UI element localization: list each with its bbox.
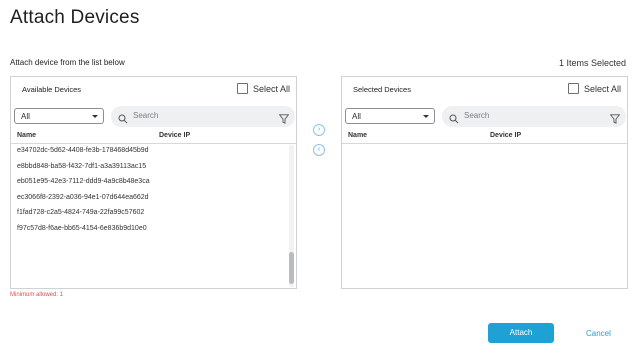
table-row[interactable]: eb051e95-42e3-7112-ddd9-4a9c8b48e3ca — [11, 174, 289, 190]
minimum-allowed-note: Minimum allowed: 1 — [10, 292, 64, 298]
table-row[interactable]: f97c57d8-f6ae-bb65-4154-6e836b9d10e0 — [11, 221, 289, 237]
selected-search-placeholder: Search — [464, 111, 490, 120]
available-devices-panel: Available Devices Select All All Search … — [10, 76, 297, 289]
selected-search-input[interactable]: Search — [442, 106, 626, 127]
column-header-name[interactable]: Name — [17, 132, 36, 139]
filter-icon[interactable] — [278, 111, 290, 129]
dialog-title: Attach Devices — [10, 7, 140, 28]
available-devices-title: Available Devices — [22, 85, 82, 94]
selected-select-all-label: Select All — [583, 83, 621, 94]
attach-button[interactable]: Attach — [488, 323, 554, 343]
available-select-all-checkbox[interactable] — [236, 83, 248, 94]
available-scrollbar[interactable] — [289, 145, 294, 287]
column-header-name[interactable]: Name — [348, 132, 367, 139]
available-device-list: e34702dc-5d62-4408-fe3b-178468d45b9d e8b… — [11, 143, 289, 237]
available-search-input[interactable]: Search — [111, 106, 295, 127]
available-scrollbar-thumb[interactable] — [289, 252, 294, 284]
selected-filter-select[interactable]: All — [345, 108, 435, 124]
available-filter-select[interactable]: All — [14, 108, 104, 124]
table-row[interactable]: f1fad728-c2a5-4824-749a-22fa99c57602 — [11, 205, 289, 221]
search-icon — [449, 111, 459, 129]
filter-icon[interactable] — [609, 111, 621, 129]
column-header-device-ip[interactable]: Device IP — [159, 132, 190, 139]
selected-devices-title: Selected Devices — [353, 85, 411, 94]
selected-table-header: Name Device IP — [342, 128, 627, 144]
dialog-subtitle: Attach device from the list below — [10, 58, 125, 67]
chevron-down-icon — [423, 115, 429, 118]
available-select-all-label: Select All — [252, 83, 290, 94]
chevron-right-icon: › — [317, 126, 321, 133]
table-row[interactable]: e34702dc-5d62-4408-fe3b-178468d45b9d — [11, 143, 289, 159]
available-table-header: Name Device IP — [11, 128, 296, 144]
table-row[interactable]: ec3066f8-2392-a036-94e1-07d644ea662d — [11, 190, 289, 206]
selected-devices-panel: Selected Devices Select All All Search N… — [341, 76, 628, 289]
column-header-device-ip[interactable]: Device IP — [490, 132, 521, 139]
available-search-placeholder: Search — [133, 111, 159, 120]
chevron-down-icon — [92, 115, 98, 118]
selected-select-all-checkbox[interactable] — [567, 83, 579, 94]
selected-select-all[interactable]: Select All — [567, 83, 621, 94]
chevron-left-icon: ‹ — [317, 146, 321, 153]
selected-filter-value: All — [352, 112, 361, 121]
selected-count: 1 Items Selected — [558, 58, 626, 68]
search-icon — [118, 111, 128, 129]
move-left-button[interactable]: ‹ — [313, 144, 325, 156]
available-select-all[interactable]: Select All — [236, 83, 290, 94]
cancel-button[interactable]: Cancel — [586, 329, 611, 338]
available-filter-value: All — [21, 112, 30, 121]
table-row[interactable]: e8bbd848-ba58-f432-7df1-a3a39113ac15 — [11, 159, 289, 175]
move-right-button[interactable]: › — [313, 124, 325, 136]
